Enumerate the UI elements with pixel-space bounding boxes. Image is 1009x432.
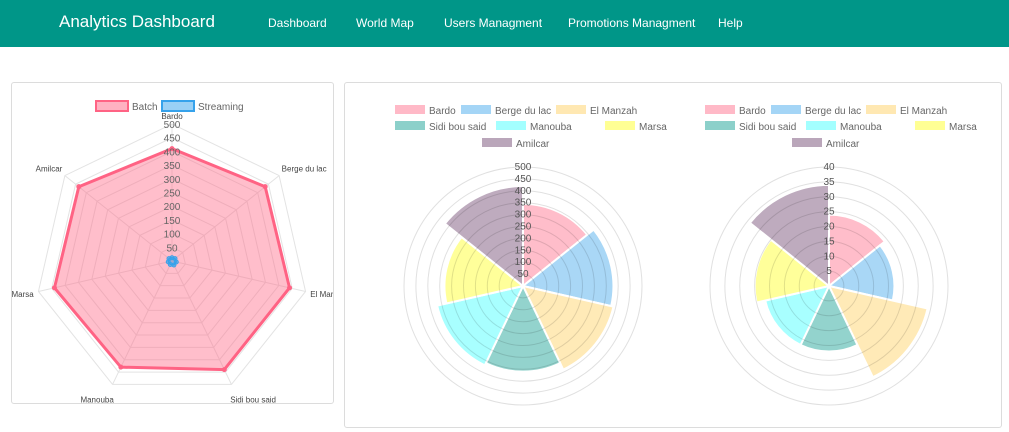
polar2-legend-label-sidi-bou-said: Sidi bou said [739,122,796,133]
nav-users-managment[interactable]: Users Managment [444,16,542,30]
polar2-legend-swatch-marsa [915,121,945,130]
polar1-tick-label: 400 [515,186,532,197]
polar1-legend-label-amilcar: Amilcar [516,139,550,150]
polar1-tick-label: 450 [515,174,532,185]
polar1-tick-label: 250 [515,222,532,233]
polar1-legend-swatch-manouba [496,121,526,130]
polar1-legend-label-bardo: Bardo [429,106,456,117]
nav-dashboard[interactable]: Dashboard [268,16,327,30]
polar1-tick-label: 500 [515,162,532,173]
polar1-legend-swatch-marsa [605,121,635,130]
polar1-tick-label: 350 [515,198,532,209]
polar2-legend-swatch-sidi-bou-said [705,121,735,130]
polar1-legend-label-berge-du-lac: Berge du lac [495,106,551,117]
navbar: Analytics Dashboard Dashboard World Map … [0,0,1009,47]
polar1-tick-label: 50 [517,269,529,280]
radar-label-bardo: Bardo [161,112,183,121]
polar1-legend-label-marsa: Marsa [639,122,667,133]
radar-point-batch [221,367,227,373]
polar-card: Bardo Berge du lac El Manzah Sidi bou said M… [344,82,1002,428]
radar-point-batch [51,285,57,291]
radar-tick-label: 50 [166,243,178,254]
polar2-tick-label: 40 [823,162,835,173]
legend-label-streaming: Streaming [198,102,244,113]
radar-tick-label: 100 [164,230,181,241]
radar-tick-label: 200 [164,202,181,213]
nav-help[interactable]: Help [718,16,743,30]
polar2-legend-label-marsa: Marsa [949,122,977,133]
radar-card: Batch Streaming 50 100 150 200 250 300 350 400 450… [11,82,348,404]
nav-world-map[interactable]: World Map [356,16,414,30]
radar-tick-label: 350 [164,161,181,172]
polar1-legend-swatch-bardo [395,105,425,114]
polar2-tick-label: 25 [823,207,835,218]
polar2-legend-label-berge-du-lac: Berge du lac [805,106,861,117]
radar-label-el-manzah: El Manzah [310,290,333,299]
legend-swatch-batch [95,100,129,112]
polar2-legend-swatch-amilcar [792,138,822,147]
polar2-legend-swatch-manouba [806,121,836,130]
polar1-legend-label-sidi-bou-said: Sidi bou said [429,122,486,133]
legend-label-batch: Batch [132,102,158,113]
polar1-tick-label: 100 [515,257,532,268]
polar2-legend-label-manouba: Manouba [840,122,882,133]
polar2-legend-label-bardo: Bardo [739,106,766,117]
radar-tick-label: 150 [164,216,181,227]
radar-tick-label: 400 [164,147,181,158]
radar-point-streaming [166,256,172,262]
radar-point-batch [76,184,82,190]
radar-tick-label: 500 [164,120,181,131]
polar2-tick-label: 35 [823,177,835,188]
polar2-tick-label: 10 [823,251,835,262]
radar-tick-label: 300 [164,175,181,186]
polar2-legend-swatch-el-manzah [866,105,896,114]
polar-charts: Bardo Berge du lac El Manzah Sidi bou said M… [395,105,977,406]
radar-label-berge-du-lac: Berge du lac [282,165,327,174]
polar2-tick-label: 5 [826,266,832,277]
polar1-legend-swatch-berge-du-lac [461,105,491,114]
polar2-legend-swatch-bardo [705,105,735,114]
polar1-legend-label-el-manzah: El Manzah [590,106,637,117]
radar-chart: Batch Streaming 50 100 150 200 250 300 350 400 450… [12,100,348,404]
polar2-tick-label: 30 [823,192,835,203]
nav-promotions-managment[interactable]: Promotions Managment [568,16,695,30]
polar1-legend-swatch-el-manzah [556,105,586,114]
polar1-tick-label: 200 [515,233,532,244]
radar-tick-label: 250 [164,189,181,200]
polar2-tick-label: 15 [823,236,835,247]
polar2-legend-label-el-manzah: El Manzah [900,106,947,117]
polar1-tick-label: 300 [515,210,532,221]
polar1-legend-label-manouba: Manouba [530,122,572,133]
polar1-tick-label: 150 [515,245,532,256]
radar-point-batch [262,184,268,190]
radar-label-amilcar: Amilcar [36,165,63,174]
radar-point-batch [118,364,124,370]
legend-swatch-streaming [161,100,195,112]
radar-label-sidi-bou-said: Sidi bou said [230,395,276,403]
polar2-legend-label-amilcar: Amilcar [826,139,860,150]
radar-label-manouba: Manouba [80,395,114,403]
radar-label-marsa: Marsa [12,290,34,299]
radar-point-batch [287,285,293,291]
polar2-tick-label: 20 [823,222,835,233]
polar1-legend-swatch-sidi-bou-said [395,121,425,130]
polar2-legend-swatch-berge-du-lac [771,105,801,114]
brand-title[interactable]: Analytics Dashboard [59,12,215,32]
radar-tick-label: 450 [164,134,181,145]
polar1-legend-swatch-amilcar [482,138,512,147]
